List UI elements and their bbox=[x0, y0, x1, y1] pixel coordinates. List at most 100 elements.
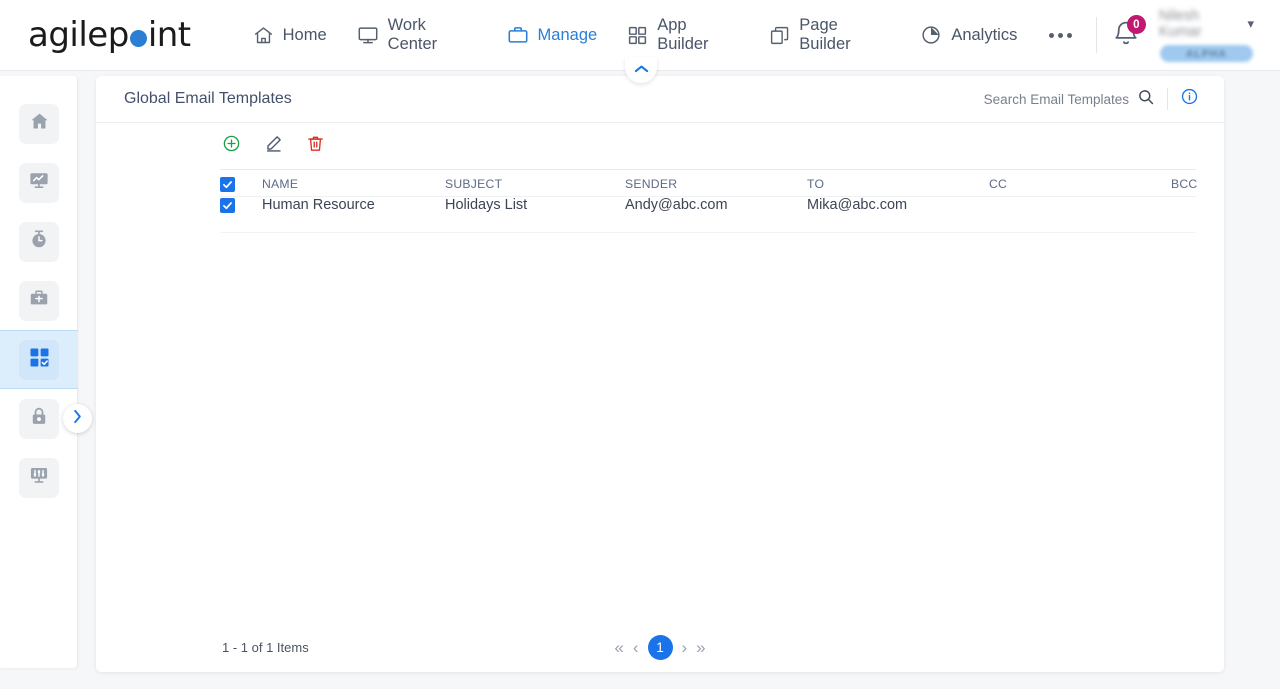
nav-item-work-center-label: Work Center bbox=[387, 16, 438, 53]
pencil-icon bbox=[264, 134, 283, 158]
home-icon bbox=[253, 25, 274, 46]
user-environment-badge: ALPHA bbox=[1159, 45, 1254, 62]
cell-name: Human Resource bbox=[262, 197, 375, 213]
plus-circle-icon bbox=[222, 134, 241, 158]
nav-item-home[interactable]: Home bbox=[253, 25, 327, 46]
app-grid-check-icon bbox=[28, 346, 51, 374]
briefcase-icon bbox=[28, 287, 50, 314]
sidebar-item-apps[interactable] bbox=[0, 330, 78, 389]
info-icon bbox=[1180, 87, 1199, 111]
nav-item-app-builder[interactable]: App Builder bbox=[627, 16, 739, 54]
info-button[interactable] bbox=[1172, 82, 1206, 116]
search-input[interactable] bbox=[949, 91, 1129, 107]
add-button[interactable] bbox=[220, 135, 242, 157]
content-panel: Global Email Templates Search Email Temp… bbox=[96, 76, 1224, 672]
sidebar-icon-box bbox=[19, 280, 59, 321]
pagination-last-button[interactable]: » bbox=[696, 639, 705, 656]
pie-chart-icon bbox=[920, 24, 942, 46]
top-nav-right: 0 Nilesh Kumar ▾ ALPHA bbox=[1092, 8, 1254, 62]
cell-to: Mika@abc.com bbox=[807, 197, 908, 213]
nav-item-page-builder[interactable]: Page Builder bbox=[769, 16, 890, 54]
column-header-subject[interactable]: SUBJECT bbox=[445, 177, 625, 191]
row-checkbox[interactable] bbox=[220, 197, 235, 213]
sidebar-item-home[interactable] bbox=[0, 94, 78, 153]
logo-text: agilep int bbox=[28, 15, 191, 55]
sidebar-item-reports[interactable] bbox=[0, 153, 78, 212]
select-all-cell bbox=[220, 176, 262, 192]
chart-monitor-icon bbox=[28, 169, 50, 196]
select-all-checkbox[interactable] bbox=[220, 176, 235, 192]
agilepoint-logo[interactable]: agilep int bbox=[28, 15, 191, 55]
top-nav-items: Home Work Center Manage App Builder Page… bbox=[253, 16, 1093, 54]
items-count-label: 1 - 1 of 1 Items bbox=[222, 639, 309, 655]
bell-icon bbox=[1111, 21, 1141, 52]
chevron-down-icon: ▾ bbox=[1247, 16, 1254, 31]
nav-item-manage-label: Manage bbox=[537, 25, 598, 44]
chevron-up-icon bbox=[634, 61, 649, 79]
stopwatch-icon bbox=[28, 228, 50, 255]
more-dot-1 bbox=[1049, 32, 1055, 38]
nav-item-app-builder-label: App Builder bbox=[657, 16, 709, 53]
expand-sidebar-button[interactable] bbox=[63, 404, 92, 433]
nav-item-page-builder-label: Page Builder bbox=[799, 16, 851, 53]
table-footer: 1 - 1 of 1 Items « ‹ 1 › » bbox=[96, 622, 1224, 672]
table-row-cells: Human Resource Holidays List Andy@abc.co… bbox=[220, 197, 1196, 213]
templates-table: NAME SUBJECT SENDER TO CC BCC Human Reso… bbox=[96, 169, 1224, 622]
record-toolbar bbox=[96, 123, 1224, 169]
row-select-cell bbox=[220, 197, 262, 213]
column-header-cc[interactable]: CC bbox=[989, 177, 1171, 191]
cell-sender: Andy@abc.com bbox=[625, 197, 728, 213]
delete-button[interactable] bbox=[304, 135, 326, 157]
sidebar-icon-box bbox=[19, 398, 59, 439]
table-row[interactable]: Human Resource Holidays List Andy@abc.co… bbox=[220, 197, 1196, 233]
user-name: Nilesh Kumar bbox=[1158, 8, 1202, 40]
more-dot-2 bbox=[1058, 32, 1064, 38]
nav-item-work-center[interactable]: Work Center bbox=[357, 16, 477, 54]
monitor-icon bbox=[357, 24, 379, 46]
briefcase-icon bbox=[507, 24, 529, 46]
nav-item-analytics-label: Analytics bbox=[951, 25, 1018, 44]
user-name-row: Nilesh Kumar ▾ bbox=[1159, 8, 1254, 40]
cell-subject: Holidays List bbox=[445, 197, 528, 213]
edit-button[interactable] bbox=[262, 135, 284, 157]
table-body: Human Resource Holidays List Andy@abc.co… bbox=[220, 197, 1196, 233]
sliders-monitor-icon bbox=[28, 464, 50, 491]
sidebar-icon-box bbox=[19, 457, 59, 498]
table-empty-space bbox=[96, 233, 1196, 622]
nav-item-manage[interactable]: Manage bbox=[507, 24, 598, 46]
page-title: Global Email Templates bbox=[124, 90, 292, 107]
logo-text-part2: int bbox=[147, 15, 191, 55]
grid-icon bbox=[627, 25, 648, 46]
column-header-bcc[interactable]: BCC bbox=[1171, 177, 1197, 191]
chevron-right-icon bbox=[72, 409, 83, 429]
pagination-prev-button[interactable]: ‹ bbox=[633, 639, 639, 656]
column-header-to[interactable]: TO bbox=[807, 177, 989, 191]
header-divider bbox=[1167, 88, 1168, 110]
nav-more-button[interactable] bbox=[1047, 27, 1074, 44]
pagination-page-1[interactable]: 1 bbox=[647, 634, 673, 660]
nav-item-home-label: Home bbox=[282, 25, 327, 44]
sidebar-icon-box bbox=[19, 339, 59, 380]
sidebar-item-timer[interactable] bbox=[0, 212, 78, 271]
home-icon bbox=[29, 111, 50, 137]
nav-item-analytics[interactable]: Analytics bbox=[920, 24, 1017, 46]
search-icon bbox=[1137, 88, 1155, 111]
panel-header: Global Email Templates bbox=[96, 76, 1224, 123]
user-menu[interactable]: Nilesh Kumar ▾ ALPHA bbox=[1159, 8, 1254, 62]
notifications-button[interactable]: 0 bbox=[1111, 15, 1146, 52]
pagination-next-button[interactable]: › bbox=[682, 639, 688, 656]
column-header-name[interactable]: NAME bbox=[262, 177, 445, 191]
app-root: agilep int Home Work Center Manage App B… bbox=[0, 0, 1280, 689]
logo-dot-icon bbox=[129, 29, 147, 47]
table-header: NAME SUBJECT SENDER TO CC BCC bbox=[220, 169, 1197, 197]
pagination-first-button[interactable]: « bbox=[614, 639, 623, 656]
trash-icon bbox=[306, 134, 325, 158]
column-header-sender[interactable]: SENDER bbox=[625, 177, 807, 191]
search-button[interactable] bbox=[1129, 82, 1163, 116]
sidebar-item-settings[interactable] bbox=[0, 448, 78, 507]
sidebar-item-portfolio[interactable] bbox=[0, 271, 78, 330]
nav-divider bbox=[1096, 17, 1098, 53]
sidebar-icon-box bbox=[19, 221, 59, 262]
sidebar-icon-box bbox=[19, 162, 59, 203]
panel-header-actions bbox=[949, 82, 1224, 116]
